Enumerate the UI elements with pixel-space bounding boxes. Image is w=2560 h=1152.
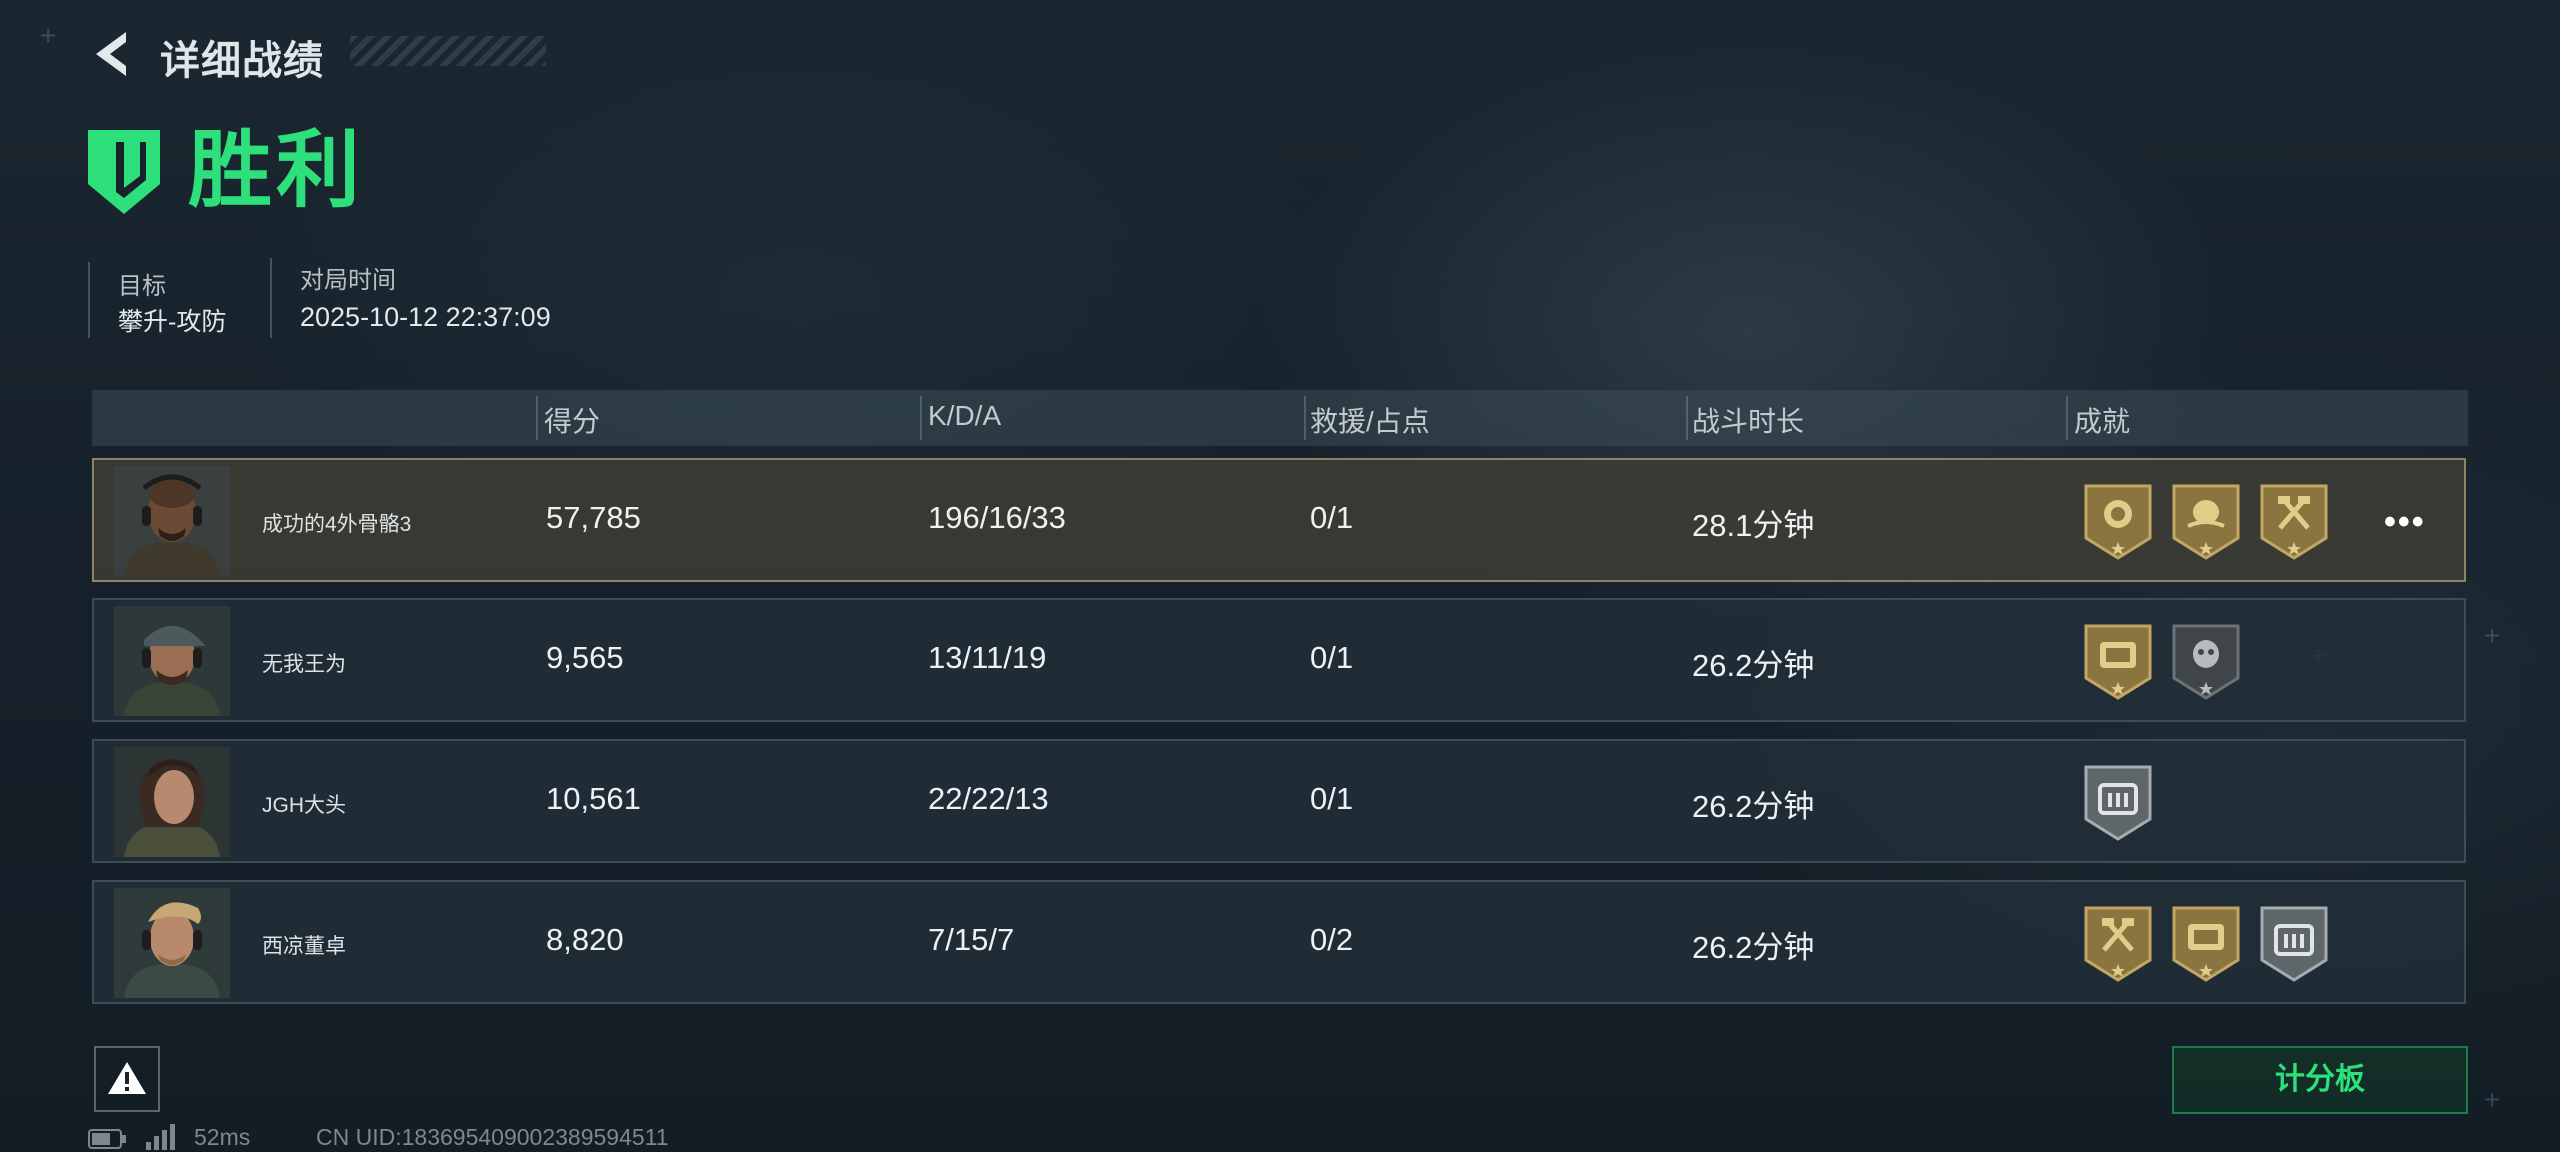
duration-value: 26.2分钟 (1692, 789, 1815, 824)
title-decoration (350, 36, 546, 66)
player-name: JGH大头 (262, 794, 346, 817)
divider (270, 258, 272, 338)
rescue-value: 0/1 (1310, 781, 1354, 816)
gold-achievement-badge-icon[interactable] (2082, 482, 2154, 562)
report-button[interactable] (94, 1046, 160, 1112)
player-name: 无我王为 (262, 653, 346, 676)
duration-value: 28.1分钟 (1692, 508, 1815, 543)
duration-value: 26.2分钟 (1692, 930, 1815, 965)
objective-label: 目标 (118, 273, 166, 300)
score-value: 8,820 (546, 922, 624, 957)
duration-value: 26.2分钟 (1692, 648, 1815, 683)
kda-value: 13/11/19 (928, 640, 1047, 675)
match-result: 胜利 (188, 123, 365, 217)
back-button[interactable] (88, 28, 136, 80)
column-separator (1686, 396, 1688, 440)
user-uid: CN UID:1836954090023895945​11 (316, 1124, 669, 1150)
objective-value: 攀升-攻防 (118, 308, 227, 336)
rescue-value: 0/1 (1310, 500, 1354, 535)
column-kda: K/D/A (928, 400, 1002, 431)
score-value: 9,565 (546, 640, 624, 675)
scoreboard-button[interactable]: 计分板 (2172, 1046, 2468, 1114)
gold-achievement-badge-icon[interactable] (2170, 482, 2242, 562)
kda-value: 22/22/13 (928, 781, 1049, 816)
player-name: 西凉董卓 (262, 935, 346, 958)
grey-achievement-badge-icon[interactable] (2170, 622, 2242, 702)
gold-achievement-badge-icon[interactable] (2258, 482, 2330, 562)
match-time-value: 2025-10-12 22:37:09 (300, 302, 551, 332)
rescue-value: 0/2 (1310, 922, 1354, 957)
gold-achievement-badge-icon[interactable] (2170, 904, 2242, 984)
silver-achievement-badge-icon[interactable] (2258, 904, 2330, 984)
kda-value: 7/15/7 (928, 922, 1015, 957)
crosshair-decoration: + (2484, 1084, 2501, 1115)
table-header: 得分 K/D/A 救援/占点 战斗时长 成就 (92, 390, 2468, 446)
column-separator (1304, 396, 1306, 440)
warning-icon (108, 1062, 146, 1094)
more-dots-icon[interactable]: ••• (2384, 505, 2426, 539)
score-value: 57,785 (546, 500, 641, 535)
column-score: 得分 (544, 406, 601, 437)
avatar (114, 747, 230, 857)
column-rescue: 救援/占点 (1310, 406, 1430, 437)
table-row[interactable]: JGH大头 10,561 22/22/13 0/1 26.2分钟 (92, 739, 2466, 863)
score-value: 10,561 (546, 781, 641, 816)
avatar (114, 888, 230, 998)
avatar (114, 466, 230, 576)
crosshair-decoration: + (2484, 620, 2501, 651)
player-name: 成功的4外骨骼3 (262, 513, 412, 536)
shield-icon (86, 128, 162, 216)
rescue-value: 0/1 (1310, 640, 1354, 675)
table-row[interactable]: 成功的4外骨骼3 57,785 196/16/33 0/1 28.1分钟 ••• (92, 458, 2466, 582)
column-separator (536, 396, 538, 440)
match-time-label: 对局时间 (300, 267, 396, 294)
column-achievements: 成就 (2074, 406, 2131, 437)
battery-icon (88, 1129, 126, 1149)
crosshair-decoration: + (40, 20, 57, 51)
kda-value: 196/16/33 (928, 500, 1066, 535)
table-row[interactable]: 西凉董卓 8,820 7/15/7 0/2 26.2分钟 (92, 880, 2466, 1004)
table-row[interactable]: 无我王为 9,565 13/11/19 0/1 26.2分钟 (92, 598, 2466, 722)
signal-icon (146, 1124, 175, 1150)
column-separator (920, 396, 922, 440)
avatar (114, 606, 230, 716)
gold-achievement-badge-icon[interactable] (2082, 904, 2154, 984)
ping-value: 52ms (194, 1124, 251, 1150)
chevron-left-icon (96, 32, 126, 76)
divider (88, 262, 90, 338)
column-duration: 战斗时长 (1692, 406, 1805, 437)
gold-achievement-badge-icon[interactable] (2082, 622, 2154, 702)
column-separator (2066, 396, 2068, 440)
page-title: 详细战绩 (160, 39, 324, 83)
silver-achievement-badge-icon[interactable] (2082, 763, 2154, 843)
